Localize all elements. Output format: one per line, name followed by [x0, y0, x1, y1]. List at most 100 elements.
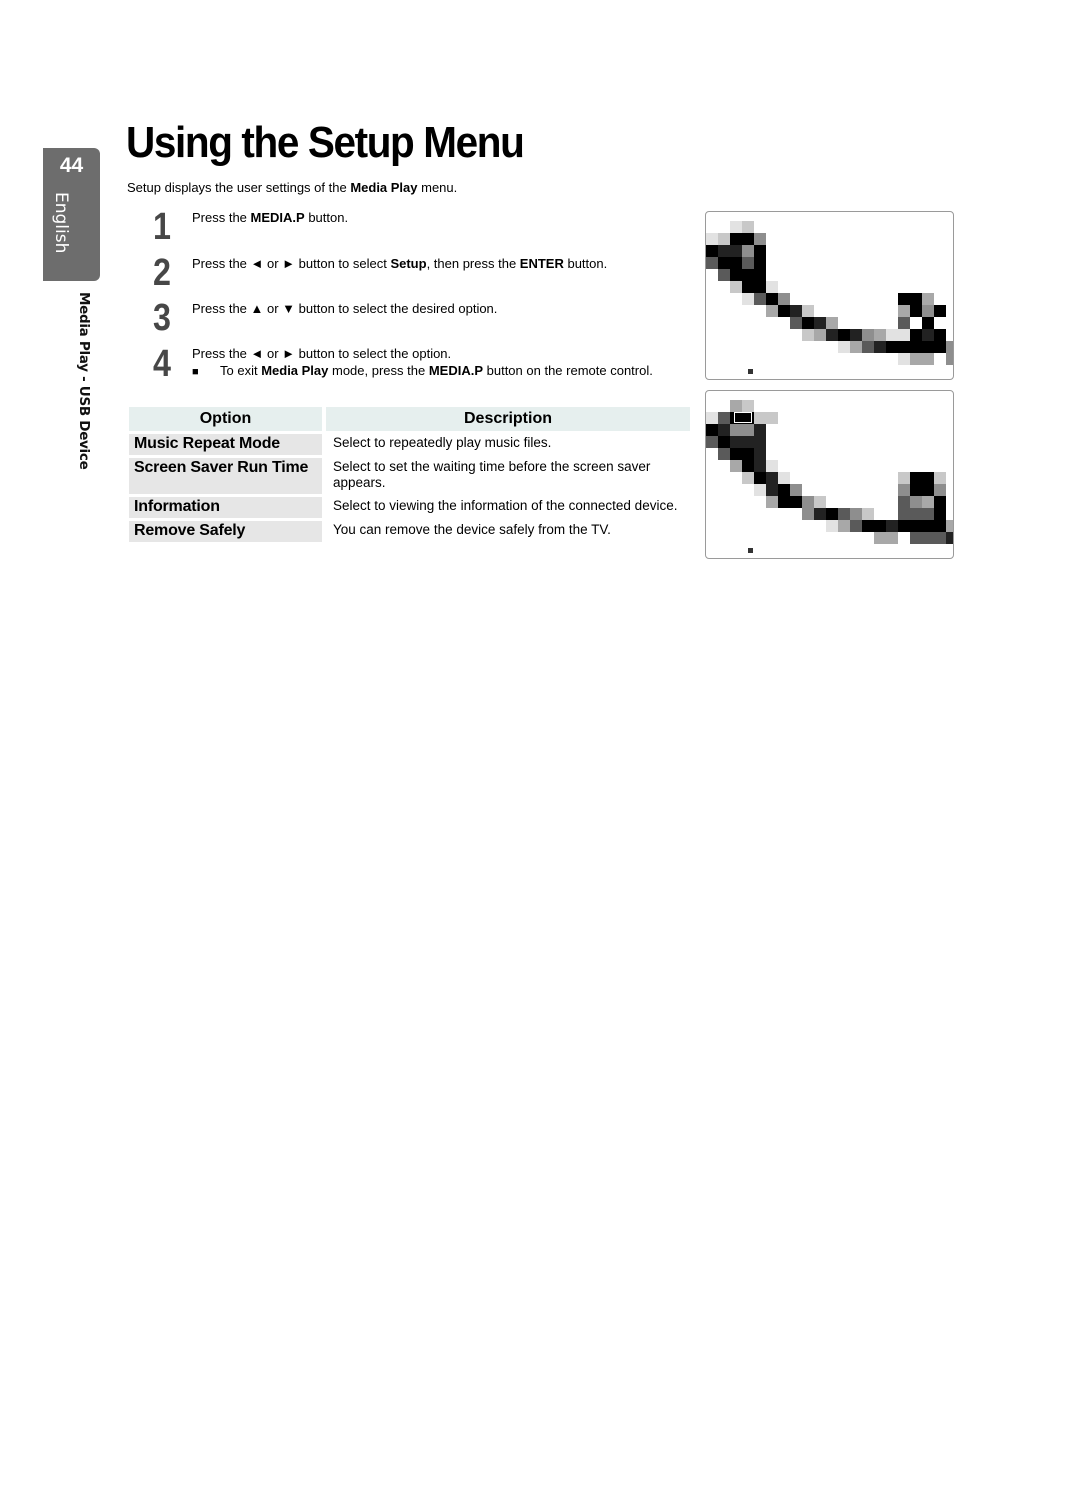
image-pixel [754, 484, 766, 496]
image-pixel [730, 269, 742, 281]
image-pixel [814, 317, 826, 329]
image-pixel [730, 281, 742, 293]
image-pixel [742, 233, 754, 245]
image-pixel [898, 305, 910, 317]
image-pixel [862, 508, 874, 520]
bold-text: Media Play [261, 363, 329, 378]
image-pixel [718, 412, 730, 424]
image-pixel [766, 484, 778, 496]
image-pixel [910, 496, 922, 508]
image-pixel [814, 329, 826, 341]
image-pixel [934, 484, 946, 496]
table-row: Music Repeat Mode Select to repeatedly p… [129, 434, 690, 455]
image-pixel [730, 436, 742, 448]
image-pixel [766, 472, 778, 484]
image-pixel [718, 233, 730, 245]
image-pixel [850, 508, 862, 520]
image-pixel [898, 496, 910, 508]
image-pixel [910, 472, 922, 484]
setup-menu-screenshot-2 [705, 390, 954, 559]
image-pixel [826, 317, 838, 329]
bold-text: Setup [390, 256, 427, 271]
image-pixel [874, 520, 886, 532]
image-pixel [898, 484, 910, 496]
column-header-option: Option [129, 407, 326, 431]
image-pixel [766, 460, 778, 472]
image-pixel [742, 269, 754, 281]
note-text: To exit Media Play mode, press the MEDIA… [220, 363, 653, 378]
image-pixel [826, 520, 838, 532]
image-pixel [754, 424, 766, 436]
image-pixel [706, 245, 718, 257]
option-description: Select to set the waiting time before th… [333, 459, 651, 490]
option-description: Select to repeatedly play music files. [333, 435, 552, 450]
image-pixel [922, 329, 934, 341]
image-pixel [850, 520, 862, 532]
text: mode, press the [328, 363, 429, 378]
image-pixel [706, 412, 718, 424]
image-pixel [838, 508, 850, 520]
text: Press the ◄ or ► button to select [192, 256, 391, 271]
image-pixel [862, 520, 874, 532]
image-pixel [766, 412, 778, 424]
image-pixel [898, 472, 910, 484]
image-pixel [922, 341, 934, 353]
image-pixel [754, 448, 766, 460]
image-pixel [898, 353, 910, 365]
text: button on the remote control. [483, 363, 653, 378]
image-pixel [922, 508, 934, 520]
image-pixel [754, 412, 766, 424]
intro-text-bold: Media Play [350, 180, 418, 195]
image-pixel [934, 472, 946, 484]
image-pixel [766, 293, 778, 305]
image-pixel [754, 257, 766, 269]
image-pixel [778, 305, 790, 317]
image-pixel [754, 245, 766, 257]
bold-text: ENTER [519, 256, 564, 271]
image-pixel [730, 233, 742, 245]
image-pixel [934, 329, 946, 341]
step-text: Press the ▲ or ▼ button to select the de… [192, 301, 497, 316]
image-pixel [706, 424, 718, 436]
image-pixel [730, 245, 742, 257]
image-pixel [778, 293, 790, 305]
image-pixel [742, 472, 754, 484]
image-pixel [922, 484, 934, 496]
image-pixel [898, 329, 910, 341]
image-pixel [886, 329, 898, 341]
image-pixel [742, 436, 754, 448]
image-pixel [910, 353, 922, 365]
image-pixel [934, 508, 946, 520]
image-pixel [754, 293, 766, 305]
image-pixel [826, 329, 838, 341]
image-pixel [754, 269, 766, 281]
image-pixel [706, 233, 718, 245]
image-pixel [718, 424, 730, 436]
image-pixel [910, 317, 922, 329]
cursor-marker-icon [748, 548, 753, 553]
table-row: Information Select to viewing the inform… [129, 497, 690, 518]
image-pixel [862, 329, 874, 341]
image-pixel [730, 221, 742, 233]
image-pixel [730, 448, 742, 460]
image-pixel [730, 424, 742, 436]
page-tab: 44 English [43, 148, 100, 281]
image-pixel [910, 329, 922, 341]
image-pixel [934, 496, 946, 508]
step-text: Press the ◄ or ► button to select the op… [192, 346, 451, 361]
option-name: Information [129, 497, 326, 518]
text: To exit [220, 363, 262, 378]
image-pixel [838, 520, 850, 532]
table-header-row: Option Description [129, 407, 690, 431]
image-pixel [790, 484, 802, 496]
image-pixel [946, 353, 953, 365]
image-pixel [910, 305, 922, 317]
text: , then press the [426, 256, 520, 271]
image-pixel [742, 245, 754, 257]
image-pixel [718, 269, 730, 281]
page-number: 44 [59, 154, 84, 177]
image-pixel [802, 496, 814, 508]
bold-text: MEDIA.P [250, 210, 305, 225]
image-pixel [730, 460, 742, 472]
image-pixel [790, 496, 802, 508]
